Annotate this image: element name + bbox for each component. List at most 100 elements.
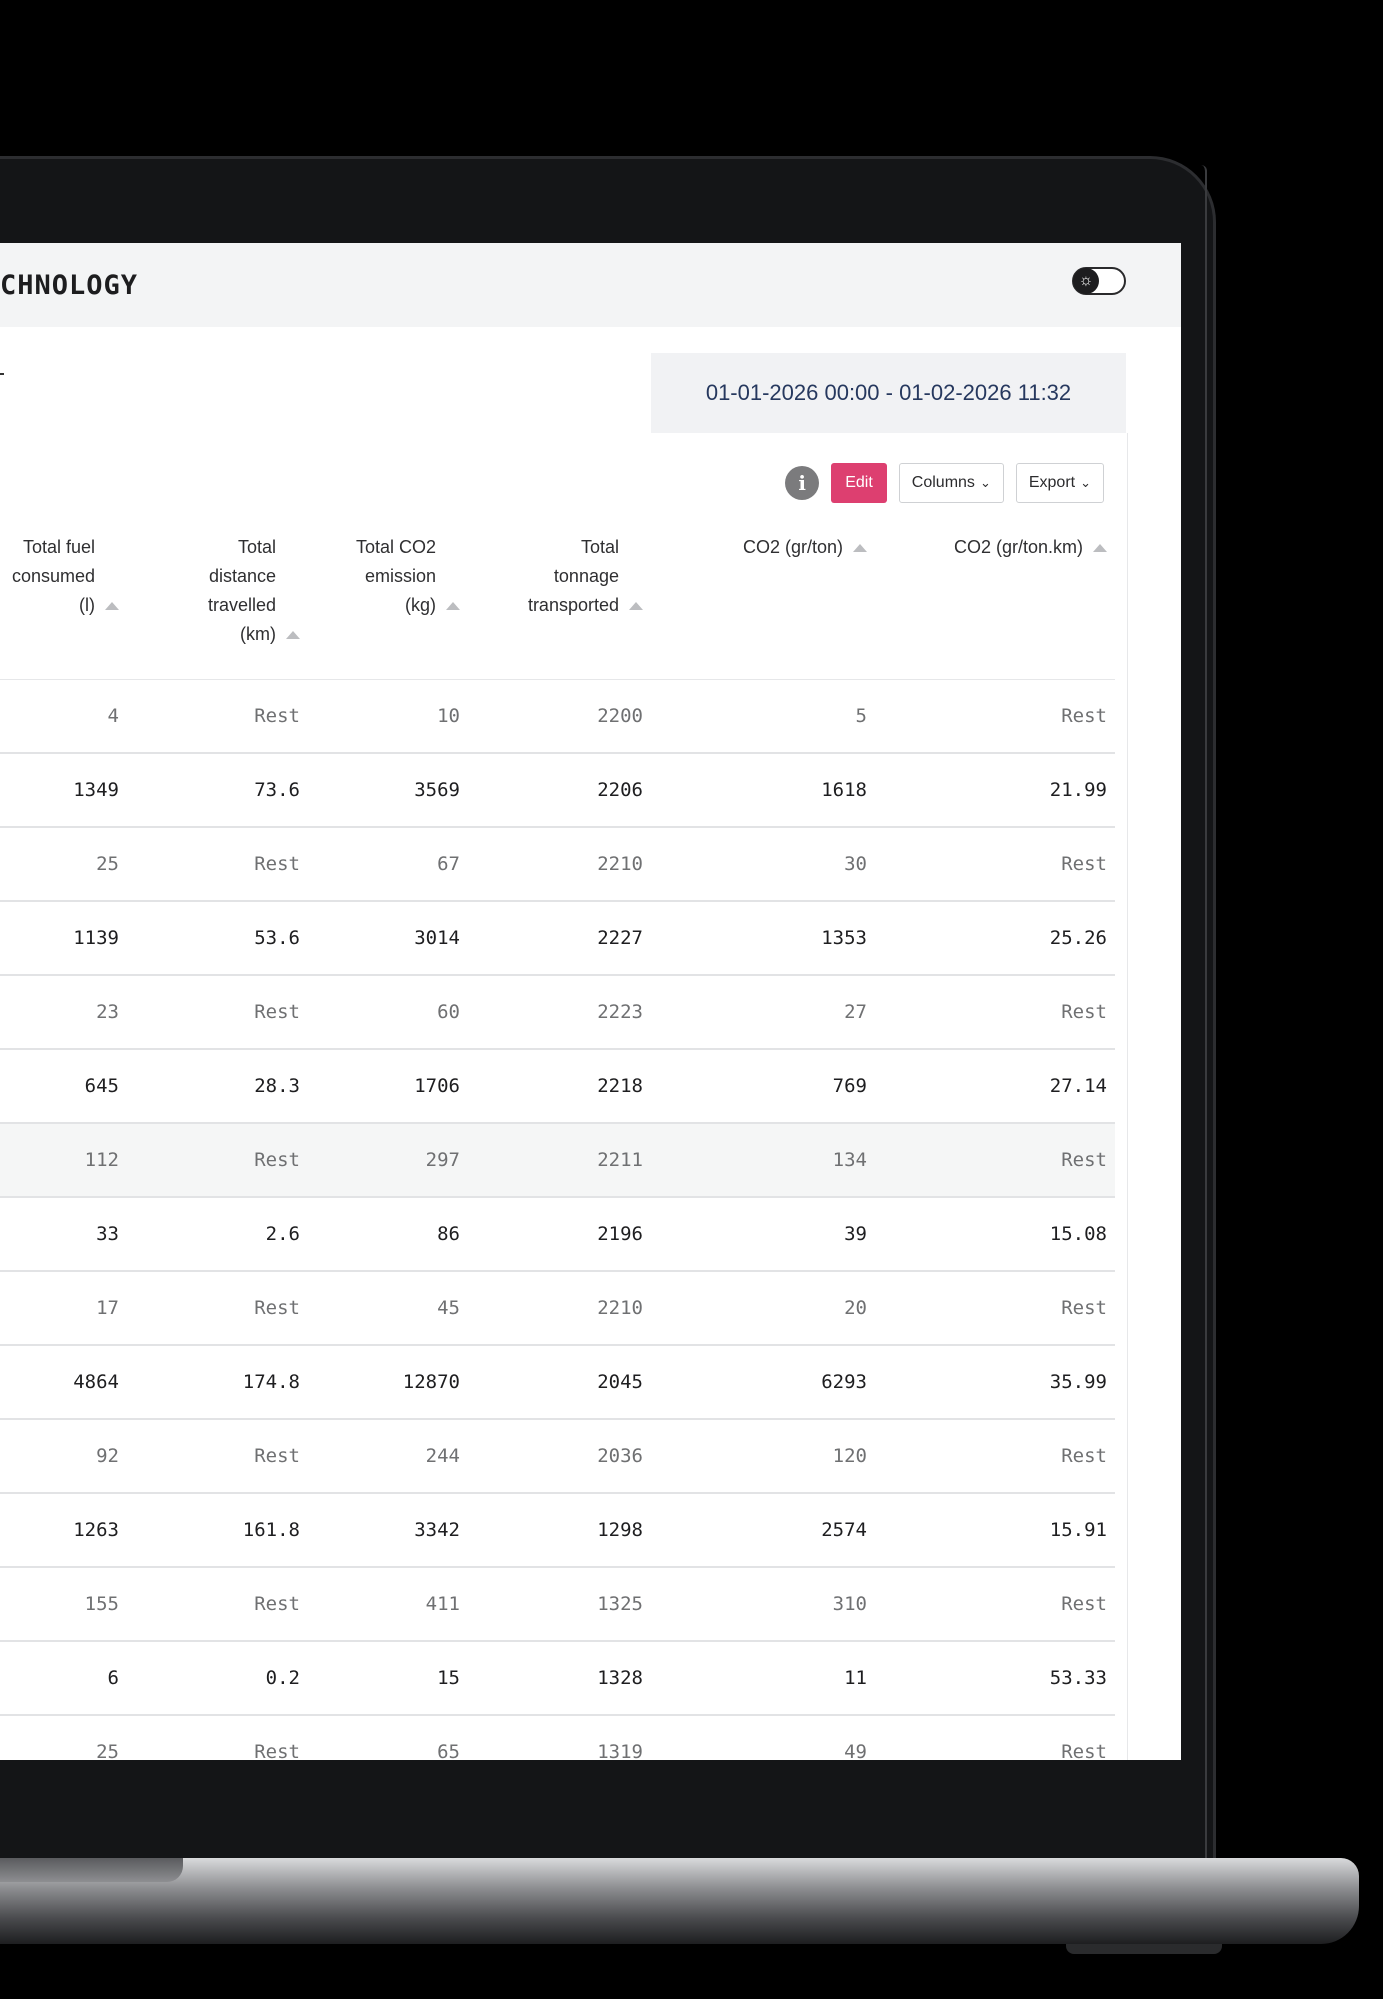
table-cell: 2.6	[127, 1197, 308, 1272]
chevron-down-icon: ⌄	[1080, 475, 1091, 490]
table-cell: 27	[651, 975, 875, 1050]
theme-toggle[interactable]: ☼	[1072, 267, 1126, 295]
column-header-line: transported	[527, 595, 619, 615]
table-cell: 17	[0, 1271, 127, 1346]
table-cell: Rest	[127, 1419, 308, 1494]
table-row[interactable]: 23 Rest 60 2223 27 Rest	[0, 975, 1115, 1050]
table-cell: 244	[308, 1419, 468, 1494]
table-cell: 310	[651, 1567, 875, 1642]
table-cell: 11	[651, 1641, 875, 1716]
column-header-label: Total distance travelled (km)	[208, 533, 276, 649]
table-row[interactable]: 1349 73.6 3569 2206 1618 21.99	[0, 753, 1115, 828]
table-cell: 155	[0, 1567, 127, 1642]
column-header[interactable]: Total distance travelled (km)	[127, 533, 308, 680]
table-cell: Rest	[875, 1567, 1115, 1642]
table-cell: Rest	[875, 1123, 1115, 1198]
sort-asc-icon[interactable]	[853, 544, 867, 553]
edit-button[interactable]: Edit	[831, 463, 887, 503]
column-header-line: travelled	[207, 595, 276, 615]
table-cell: 23	[0, 975, 127, 1050]
date-range-picker[interactable]: 01-01-2026 00:00 - 01-02-2026 11:32	[651, 353, 1126, 433]
table-header-row: Total fuel consumed (l) Total distance travel…	[0, 533, 1115, 680]
table-row[interactable]: 1139 53.6 3014 2227 1353 25.26	[0, 901, 1115, 976]
table-row[interactable]: 4 Rest 10 2200 5 Rest	[0, 679, 1115, 754]
table-cell: 2196	[468, 1197, 651, 1272]
table-cell: 1325	[468, 1567, 651, 1642]
table-cell: 2218	[468, 1049, 651, 1124]
table-cell: 12870	[308, 1345, 468, 1420]
column-header-line: tonnage	[553, 566, 619, 586]
table-row[interactable]: 33 2.6 86 2196 39 15.08	[0, 1197, 1115, 1272]
sun-icon: ☼	[1073, 268, 1099, 294]
table-cell: 297	[308, 1123, 468, 1198]
table-cell: 3014	[308, 901, 468, 976]
table-cell: 1319	[468, 1715, 651, 1760]
table-cell: 411	[308, 1567, 468, 1642]
export-dropdown[interactable]: Export ⌄	[1015, 463, 1104, 503]
column-header-line: Total fuel	[22, 537, 95, 557]
info-icon[interactable]: i	[785, 466, 820, 500]
table-cell: Rest	[875, 679, 1115, 754]
table-cell: 1353	[651, 901, 875, 976]
table-cell: 4	[0, 679, 127, 754]
column-header-line: Total	[237, 537, 276, 557]
table-body: 4 Rest 10 2200 5 Rest 1349 73.6 3569 2206 1618 21.9…	[0, 679, 1115, 1760]
table-row[interactable]: 17 Rest 45 2210 20 Rest	[0, 1271, 1115, 1346]
table-cell: 769	[651, 1049, 875, 1124]
column-header[interactable]: Total fuel consumed (l)	[0, 533, 127, 680]
sort-asc-icon[interactable]	[629, 602, 643, 611]
table-row[interactable]: 25 Rest 65 1319 49 Rest	[0, 1715, 1115, 1760]
table-toolbar: i Edit Columns ⌄ Export ⌄	[785, 463, 1104, 503]
table-row[interactable]: 155 Rest 411 1325 310 Rest	[0, 1567, 1115, 1642]
app-header: CHNOLOGY ☼	[0, 243, 1181, 327]
table-cell: 2210	[468, 1271, 651, 1346]
table-cell: 67	[308, 827, 468, 902]
table-cell: 21.99	[875, 753, 1115, 828]
column-header-line: consumed	[11, 566, 95, 586]
table-cell: 2206	[468, 753, 651, 828]
column-header[interactable]: CO2 (gr/ton.km)	[875, 533, 1115, 680]
laptop-foot	[1066, 1944, 1222, 1954]
table-cell: 60	[308, 975, 468, 1050]
sort-asc-icon[interactable]	[105, 602, 119, 611]
truncated-title-mark	[0, 373, 4, 375]
table-cell: Rest	[127, 975, 308, 1050]
column-header-label: Total fuel consumed (l)	[12, 533, 95, 620]
column-header-line: Total CO2	[355, 537, 436, 557]
column-header[interactable]: Total CO2 emission (kg)	[308, 533, 468, 680]
column-header-line: CO2 (gr/ton.km)	[953, 537, 1083, 557]
column-header[interactable]: Total tonnage transported	[468, 533, 651, 680]
table-cell: 2574	[651, 1493, 875, 1568]
table-row[interactable]: 6 0.2 15 1328 11 53.33	[0, 1641, 1115, 1716]
sort-asc-icon[interactable]	[286, 631, 300, 640]
column-header-line: (l)	[79, 595, 95, 615]
column-header[interactable]: CO2 (gr/ton)	[651, 533, 875, 680]
table-row[interactable]: 645 28.3 1706 2218 769 27.14	[0, 1049, 1115, 1124]
table-row[interactable]: 25 Rest 67 2210 30 Rest	[0, 827, 1115, 902]
table-cell: 25	[0, 827, 127, 902]
column-header-label: CO2 (gr/ton.km)	[954, 533, 1083, 562]
table-row[interactable]: 92 Rest 244 2036 120 Rest	[0, 1419, 1115, 1494]
columns-dropdown[interactable]: Columns ⌄	[898, 463, 1004, 503]
column-header-label: Total tonnage transported	[528, 533, 619, 620]
table-cell: 35.99	[875, 1345, 1115, 1420]
table-cell: 120	[651, 1419, 875, 1494]
table-row[interactable]: 112 Rest 297 2211 134 Rest	[0, 1123, 1115, 1198]
table-cell: Rest	[127, 1567, 308, 1642]
table-cell: 53.6	[127, 901, 308, 976]
laptop-base	[0, 1858, 1359, 1944]
table-cell: 73.6	[127, 753, 308, 828]
sort-asc-icon[interactable]	[1093, 544, 1107, 553]
sort-asc-icon[interactable]	[446, 602, 460, 611]
table-row[interactable]: 1263 161.8 3342 1298 2574 15.91	[0, 1493, 1115, 1568]
table-cell: 1139	[0, 901, 127, 976]
table-row[interactable]: 4864 174.8 12870 2045 6293 35.99	[0, 1345, 1115, 1420]
table-cell: 65	[308, 1715, 468, 1760]
table-cell: 112	[0, 1123, 127, 1198]
table-cell: 3342	[308, 1493, 468, 1568]
table-cell: Rest	[875, 1715, 1115, 1760]
table-cell: 15	[308, 1641, 468, 1716]
laptop-lid-notch	[0, 1858, 183, 1882]
table-cell: 28.3	[127, 1049, 308, 1124]
table-cell: 27.14	[875, 1049, 1115, 1124]
